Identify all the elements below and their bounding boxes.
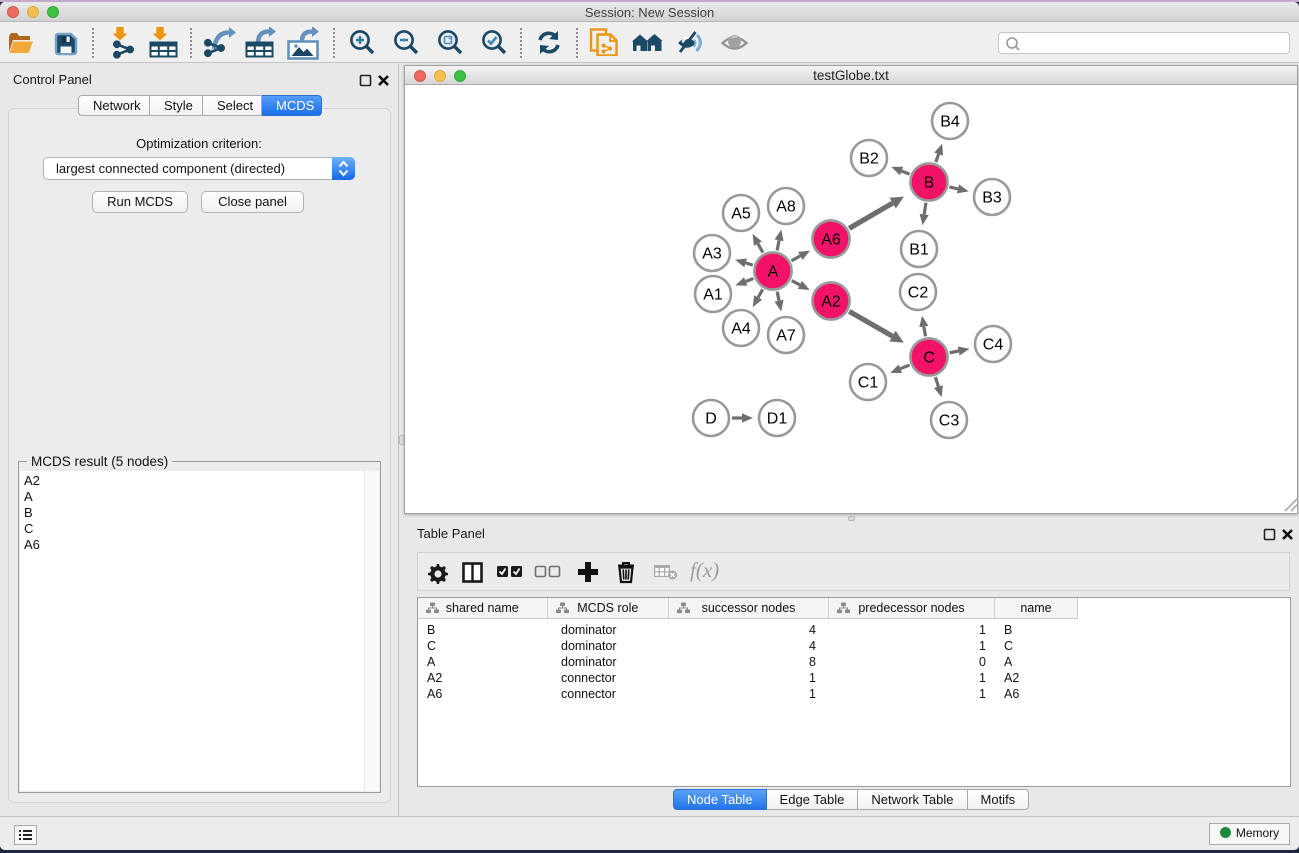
svg-text:A2: A2 — [821, 294, 841, 311]
svg-text:A3: A3 — [702, 246, 722, 263]
svg-text:B4: B4 — [940, 114, 960, 131]
svg-text:D1: D1 — [767, 411, 788, 428]
svg-text:B3: B3 — [982, 190, 1002, 207]
svg-text:A7: A7 — [776, 328, 796, 345]
svg-text:C1: C1 — [858, 375, 879, 392]
svg-text:B: B — [924, 175, 935, 192]
svg-text:A5: A5 — [731, 206, 751, 223]
svg-text:C3: C3 — [939, 413, 960, 430]
svg-text:A8: A8 — [776, 199, 796, 216]
svg-text:A4: A4 — [731, 321, 751, 338]
svg-text:A6: A6 — [821, 232, 841, 249]
svg-text:C: C — [923, 350, 935, 367]
svg-text:D: D — [705, 411, 717, 428]
svg-text:C2: C2 — [908, 285, 929, 302]
svg-text:A1: A1 — [703, 287, 723, 304]
svg-text:B2: B2 — [859, 151, 879, 168]
svg-text:C4: C4 — [983, 337, 1004, 354]
svg-text:A: A — [768, 264, 779, 281]
svg-text:B1: B1 — [909, 242, 929, 259]
